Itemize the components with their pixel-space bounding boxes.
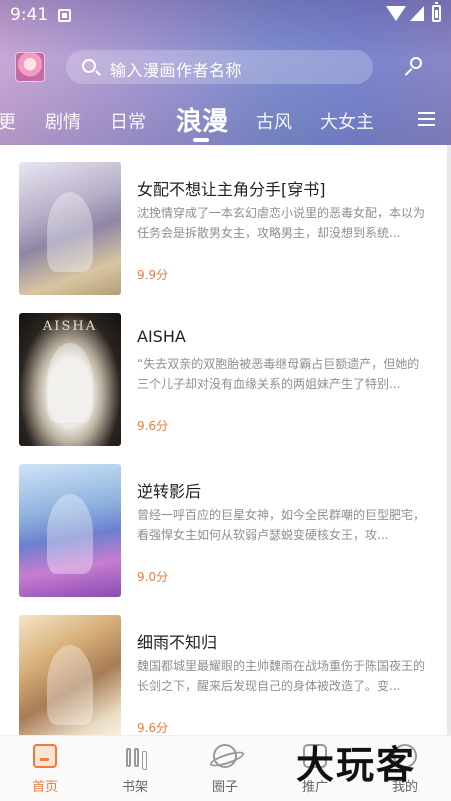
tab-plot[interactable]: 剧情 bbox=[45, 108, 81, 134]
scrollbar[interactable] bbox=[447, 145, 451, 735]
comic-cover bbox=[19, 162, 121, 295]
nav-bookshelf-label: 书架 bbox=[121, 780, 148, 795]
watermark: 大玩客 bbox=[296, 743, 417, 787]
search-input[interactable]: 输入漫画作者名称 bbox=[66, 50, 373, 84]
list-item[interactable]: 细雨不知归 魏国都城里最耀眼的主帅魏雨在战场重伤于陈国夜王的长剑之下，醒来后发现… bbox=[0, 598, 451, 735]
avatar[interactable] bbox=[15, 52, 45, 82]
comic-score: 9.6分 bbox=[137, 721, 169, 735]
cover-title-text: AISHA bbox=[42, 319, 98, 334]
history-icon[interactable] bbox=[404, 57, 424, 77]
sim-icon bbox=[58, 9, 71, 22]
comic-title: AISHA bbox=[137, 327, 186, 346]
comic-score: 9.9分 bbox=[137, 268, 169, 282]
comic-description: “失去双亲的双胞胎被恶毒继母霸占巨额遗产，但她的三个儿子却对没有血缘关系的两姐妹… bbox=[137, 357, 420, 391]
menu-icon[interactable] bbox=[418, 112, 435, 126]
tab-daily[interactable]: 日常 bbox=[110, 108, 146, 134]
bookshelf-icon bbox=[123, 744, 147, 768]
list-item[interactable]: 逆转影后 曾经一呼百应的巨星女神，如今全民群嘲的巨型肥宅，看强悍女主如何从软弱卢… bbox=[0, 447, 451, 597]
comic-cover bbox=[19, 464, 121, 597]
comic-title: 细雨不知归 bbox=[137, 633, 218, 652]
comic-title: 女配不想让主角分手[穿书] bbox=[137, 180, 326, 199]
header: 9:41 输入漫画作者名称 更 剧情 日常 浪漫 古风 大女主 bbox=[0, 0, 451, 148]
list-item[interactable]: AISHA AISHA “失去双亲的双胞胎被恶毒继母霸占巨额遗产，但她的三个儿子… bbox=[0, 296, 451, 446]
comic-description: 魏国都城里最耀眼的主帅魏雨在战场重伤于陈国夜王的长剑之下，醒来后发现自己的身体被… bbox=[137, 659, 426, 693]
comic-description: 曾经一呼百应的巨星女神，如今全民群嘲的巨型肥宅，看强悍女主如何从软弱卢瑟蜕变硬核… bbox=[137, 508, 426, 542]
comic-cover: AISHA bbox=[19, 313, 121, 446]
search-placeholder: 输入漫画作者名称 bbox=[110, 61, 243, 80]
list-item[interactable]: 女配不想让主角分手[穿书] 沈挽情穿成了一本玄幻虐恋小说里的恶毒女配，本以为任务… bbox=[0, 145, 451, 295]
nav-circle-label: 圈子 bbox=[211, 780, 238, 795]
search-icon bbox=[82, 59, 96, 73]
status-bar: 9:41 bbox=[0, 0, 451, 30]
wifi-icon bbox=[386, 6, 406, 21]
battery-icon bbox=[432, 2, 441, 22]
tab-romance[interactable]: 浪漫 bbox=[176, 101, 228, 138]
comic-score: 9.0分 bbox=[137, 570, 169, 584]
comic-description: 沈挽情穿成了一本玄幻虐恋小说里的恶毒女配，本以为任务会是拆散男女主，攻略男主，却… bbox=[137, 206, 426, 240]
nav-home[interactable]: 首页 bbox=[0, 736, 90, 801]
tab-more-genre[interactable]: 更 bbox=[0, 108, 16, 134]
signal-icon bbox=[410, 6, 424, 21]
tab-ancient[interactable]: 古风 bbox=[256, 108, 292, 134]
nav-home-label: 首页 bbox=[31, 780, 58, 795]
category-tabs: 更 剧情 日常 浪漫 古风 大女主 bbox=[0, 98, 451, 142]
nav-bookshelf[interactable]: 书架 bbox=[90, 736, 180, 801]
active-tab-indicator bbox=[193, 138, 209, 142]
comic-list: 女配不想让主角分手[穿书] 沈挽情穿成了一本玄幻虐恋小说里的恶毒女配，本以为任务… bbox=[0, 145, 451, 735]
tab-heroine[interactable]: 大女主 bbox=[320, 108, 374, 134]
comic-cover bbox=[19, 615, 121, 735]
home-icon bbox=[33, 744, 57, 768]
planet-icon bbox=[213, 744, 237, 768]
comic-title: 逆转影后 bbox=[137, 482, 202, 501]
comic-score: 9.6分 bbox=[137, 419, 169, 433]
nav-circle[interactable]: 圈子 bbox=[180, 736, 270, 801]
status-time: 9:41 bbox=[10, 5, 49, 25]
